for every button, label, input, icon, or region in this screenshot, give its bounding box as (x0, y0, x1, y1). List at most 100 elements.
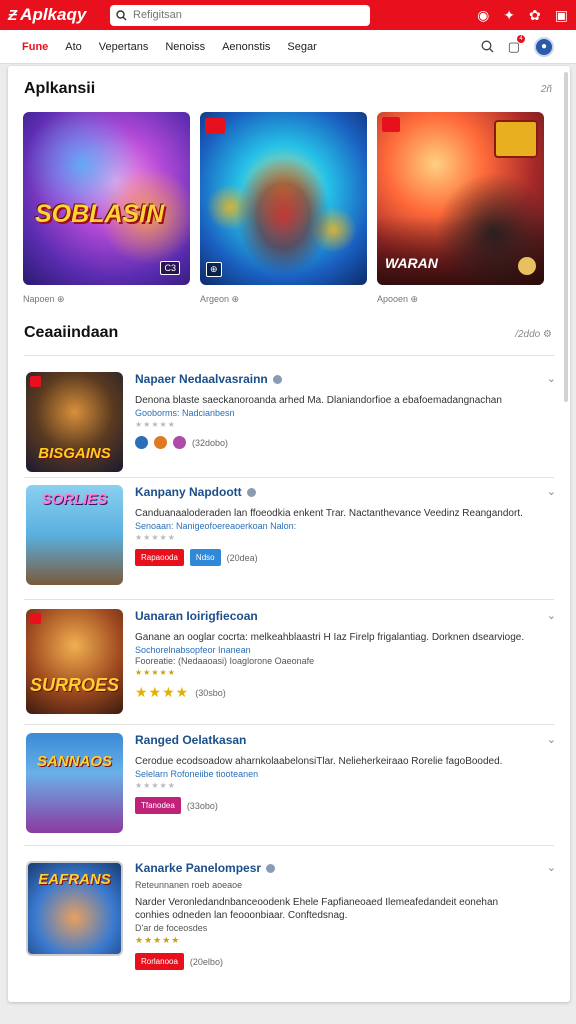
rating-stars: ★★★★★ (135, 533, 176, 542)
divider (24, 845, 554, 846)
app-meta-row: Rapaooda Ndso (20dea) (135, 549, 535, 566)
app-meta-row: ★★★★ (30sbo) (135, 684, 535, 701)
app-thumbnail: SORLIES (26, 485, 123, 585)
divider (24, 477, 554, 478)
avatar[interactable]: ● (534, 36, 554, 57)
app-name[interactable]: Napaer Nedaalvasrainn (135, 372, 535, 386)
chevron-down-icon[interactable]: ⌄ (547, 372, 556, 385)
tab-popular[interactable]: Vepertans (99, 41, 149, 53)
chevron-down-icon[interactable]: ⌄ (547, 733, 556, 746)
bolt-icon[interactable]: ✦ (503, 7, 515, 24)
app-info: Kanpany Napdoott Canduanaaloderaden lan … (135, 485, 535, 566)
app-thumbnail: SURROES (26, 609, 123, 714)
red-badge-icon (205, 118, 225, 134)
featured-card[interactable]: ⊕ Argeon ⊕ (200, 112, 367, 305)
featured-card-badge: ⊕ (206, 262, 222, 277)
search-box[interactable] (110, 4, 370, 26)
app-meta-row: Rorlanooa (20elbo) (135, 953, 535, 970)
verified-icon (272, 374, 282, 384)
list-item[interactable]: SORLIES Kanpany Napdoott Canduanaalodera… (26, 485, 556, 597)
app-thumbnail: SANNAOS (26, 733, 123, 833)
thumbnail-title: EAFRANS (38, 871, 111, 888)
app-subtitle: Senoaan: Nanigeofoereaoerkoan Nalon: (135, 521, 297, 531)
coin-icon (518, 257, 536, 275)
category-nav: Fune Ato Vepertans Nenoiss Aenonstis Seg… (0, 30, 576, 64)
list-item[interactable]: EAFRANS Kanarke Panelompesr Reteunnanen … (26, 861, 556, 973)
tab-economics[interactable]: Aenonstis (222, 41, 270, 53)
featured-card-art-title: WARAN (385, 255, 438, 271)
verified-icon (246, 487, 256, 497)
nav-search-icon[interactable] (481, 40, 494, 53)
featured-card-image: SOBLASIN C3 (23, 112, 190, 285)
logo-mark-icon: Ƶ (8, 6, 18, 24)
list-more-text: /2ddo (515, 329, 541, 340)
list-item[interactable]: SURROES Uanaran Ioirigfiecoan Ganane an … (26, 609, 556, 721)
app-subtitle-secondary: Fooreatie: (Nedaaoasi) Ioaglorone Oaeona… (135, 656, 315, 666)
list-title: Ceaaiindaan (24, 324, 119, 341)
tab-home[interactable]: Fune (22, 41, 48, 53)
tab-games[interactable]: Segar (287, 41, 316, 53)
info-button[interactable]: Ndso (189, 549, 221, 566)
list-item[interactable]: BISGAINS Napaer Nedaalvasrainn Denona bl… (26, 372, 556, 484)
divider (24, 724, 554, 725)
chevron-down-icon[interactable]: ⌄ (547, 609, 556, 622)
featured-card-image: ⊕ (200, 112, 367, 285)
top-bar: Ƶ Aplkaqy ◉ ✦ ✿ ▣ (0, 0, 576, 30)
settings-icon: ⚙ (543, 329, 552, 340)
logo-text: Aplkaqy (20, 5, 87, 24)
app-name[interactable]: Kanpany Napdoott (135, 485, 535, 499)
download-count: (32dobo) (192, 437, 229, 448)
scrollbar[interactable] (564, 72, 568, 402)
download-count: (33obo) (186, 800, 218, 811)
app-name-text: Kanarke Panelompesr (135, 861, 262, 875)
app-name[interactable]: Kanarke Panelompesr (135, 861, 535, 875)
featured-card-art-title: SOBLASIN (35, 200, 165, 228)
red-badge-icon (382, 117, 400, 132)
featured-card-caption: Apooen ⊕ (377, 294, 419, 304)
content-panel: Aplkansii 2ñ SOBLASIN C3 Napoen ⊕ ⊕ Arge… (8, 66, 570, 1002)
install-button[interactable]: Rapaooda (135, 549, 184, 566)
app-subtitle: Gooborms: Nadcianbesn (135, 408, 235, 418)
list-item[interactable]: SANNAOS Ranged Oelatkasan Cerodue ecodso… (26, 733, 556, 845)
install-button[interactable]: Rorlanooa (135, 953, 184, 970)
tab-apps[interactable]: Ato (65, 41, 82, 53)
install-button[interactable]: Tfanodea (135, 797, 181, 814)
verified-icon (266, 863, 276, 873)
app-description: Narder Veronledandnbanceoodenk Ehele Fap… (135, 897, 499, 921)
red-badge-icon (30, 376, 41, 387)
platform-icon (173, 436, 186, 449)
refresh-icon[interactable]: ◉ (477, 7, 489, 24)
gear-icon[interactable]: ✿ (529, 7, 541, 24)
featured-card[interactable]: WARAN Apooen ⊕ (377, 112, 544, 305)
app-subtitle: Selelarn Rofoneiibe tiooteanen (135, 769, 259, 779)
thumbnail-title: SANNAOS (36, 753, 112, 770)
thumbnail-title: BISGAINS (38, 445, 111, 462)
featured-row: SOBLASIN C3 Napoen ⊕ ⊕ Argeon ⊕ WARAN Ap… (23, 112, 544, 305)
app-name[interactable]: Ranged Oelatkasan (135, 733, 535, 747)
app-description: Canduanaaloderaden lan ffoeodkia enkent … (135, 508, 523, 519)
app-meta-row: (32dobo) (135, 436, 535, 449)
search-input[interactable] (133, 9, 353, 21)
featured-more-link[interactable]: 2ñ (541, 84, 552, 95)
featured-card-caption: Napoen ⊕ (23, 294, 65, 304)
thumbnail-title: SORLIES (41, 491, 108, 508)
notification-count: 4 (517, 34, 525, 43)
chevron-down-icon[interactable]: ⌄ (547, 485, 556, 498)
app-info: Ranged Oelatkasan Cerodue ecodsoadow aha… (135, 733, 535, 814)
tab-new[interactable]: Nenoiss (165, 41, 205, 53)
notification-icon[interactable]: ▢ 4 (508, 34, 525, 55)
app-description: Cerodue ecodsoadow aharnkolaabelonsiTlar… (135, 756, 503, 767)
app-logo[interactable]: Ƶ Aplkaqy (8, 5, 100, 25)
grid-icon[interactable]: ▣ (555, 7, 568, 24)
platform-icon (135, 436, 148, 449)
featured-title: Aplkansii (24, 80, 96, 97)
search-icon (116, 9, 127, 20)
list-more-link[interactable]: /2ddo ⚙ (515, 329, 552, 340)
download-count: (20elbo) (189, 956, 223, 967)
divider (24, 355, 554, 356)
featured-card-image: WARAN (377, 112, 544, 285)
featured-card[interactable]: SOBLASIN C3 Napoen ⊕ (23, 112, 190, 305)
app-name[interactable]: Uanaran Ioirigfiecoan (135, 609, 535, 623)
app-description: Denona blaste saeckanoroanda arhed Ma. D… (135, 395, 502, 406)
chevron-down-icon[interactable]: ⌄ (547, 861, 556, 874)
